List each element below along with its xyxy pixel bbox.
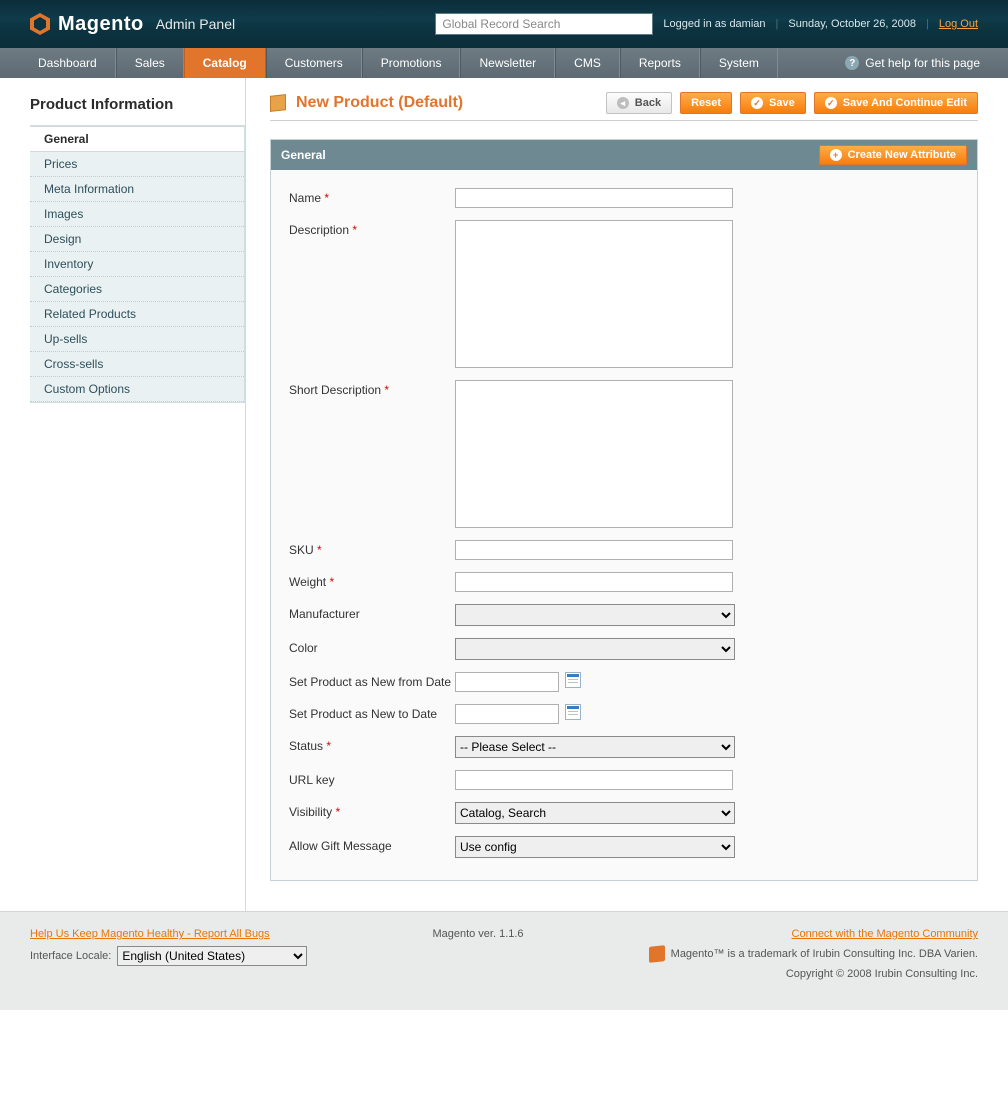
sidebar-item-up-sells[interactable]: Up-sells [30, 327, 244, 352]
sidebar-item-design[interactable]: Design [30, 227, 244, 252]
trademark-text: Magento™ is a trademark of Irubin Consul… [671, 948, 978, 960]
brand-subtitle: Admin Panel [156, 16, 235, 32]
version-text: Magento ver. 1.1.6 [432, 928, 523, 940]
panel-title: General [281, 148, 326, 162]
sidebar-item-custom-options[interactable]: Custom Options [30, 377, 244, 402]
header-date: Sunday, October 26, 2008 [788, 18, 916, 30]
new-from-field[interactable] [455, 672, 559, 692]
visibility-label: Visibility * [289, 802, 455, 819]
nav-item-newsletter[interactable]: Newsletter [460, 48, 555, 78]
page-title: New Product (Default) [296, 94, 463, 112]
manufacturer-select[interactable] [455, 604, 735, 626]
sidebar-item-cross-sells[interactable]: Cross-sells [30, 352, 244, 377]
nav-item-reports[interactable]: Reports [620, 48, 700, 78]
nav-item-system[interactable]: System [700, 48, 778, 78]
visibility-select[interactable]: Catalog, Search [455, 802, 735, 824]
nav-item-promotions[interactable]: Promotions [362, 48, 461, 78]
sidebar-item-inventory[interactable]: Inventory [30, 252, 244, 277]
logout-link[interactable]: Log Out [939, 18, 978, 30]
nav-help[interactable]: ?Get help for this page [845, 48, 1008, 78]
locale-label: Interface Locale: [30, 950, 111, 962]
sidebar-item-general[interactable]: General [30, 126, 244, 152]
back-arrow-icon: ◂ [617, 97, 629, 109]
calendar-icon[interactable] [565, 704, 581, 720]
sidebar: Product Information GeneralPricesMeta In… [0, 78, 246, 911]
description-label: Description * [289, 220, 455, 237]
name-field[interactable] [455, 188, 733, 208]
sku-field[interactable] [455, 540, 733, 560]
weight-label: Weight * [289, 572, 455, 589]
locale-select[interactable]: English (United States) [117, 946, 307, 966]
new-from-label: Set Product as New from Date [289, 672, 455, 689]
color-label: Color [289, 638, 455, 655]
nav-item-dashboard[interactable]: Dashboard [20, 48, 116, 78]
magento-logo-icon [30, 13, 50, 35]
sidebar-item-categories[interactable]: Categories [30, 277, 244, 302]
new-to-field[interactable] [455, 704, 559, 724]
sidebar-item-prices[interactable]: Prices [30, 152, 244, 177]
help-icon: ? [845, 56, 859, 70]
footer: Help Us Keep Magento Healthy - Report Al… [0, 911, 1008, 1010]
status-label: Status * [289, 736, 455, 753]
product-cube-icon [270, 94, 286, 112]
nav-item-customers[interactable]: Customers [266, 48, 362, 78]
color-select[interactable] [455, 638, 735, 660]
gift-label: Allow Gift Message [289, 836, 455, 853]
status-select[interactable]: -- Please Select -- [455, 736, 735, 758]
url-key-field[interactable] [455, 770, 733, 790]
short-description-field[interactable] [455, 380, 733, 528]
calendar-icon[interactable] [565, 672, 581, 688]
nav-item-cms[interactable]: CMS [555, 48, 620, 78]
check-icon: ✓ [751, 97, 763, 109]
general-panel: General + Create New Attribute Name * De… [270, 139, 978, 881]
magento-mini-logo-icon [649, 945, 665, 963]
weight-field[interactable] [455, 572, 733, 592]
short-description-label: Short Description * [289, 380, 455, 397]
save-button[interactable]: ✓ Save [740, 92, 806, 114]
description-field[interactable] [455, 220, 733, 368]
sidebar-title: Product Information [30, 96, 245, 113]
copyright-text: Copyright © 2008 Irubin Consulting Inc. [786, 968, 978, 980]
sku-label: SKU * [289, 540, 455, 557]
logged-in-text: Logged in as damian [663, 18, 765, 30]
header-right: Logged in as damian | Sunday, October 26… [435, 13, 978, 35]
manufacturer-label: Manufacturer [289, 604, 455, 621]
check-icon: ✓ [825, 97, 837, 109]
sidebar-item-related-products[interactable]: Related Products [30, 302, 244, 327]
nav-item-sales[interactable]: Sales [116, 48, 184, 78]
sidebar-list: GeneralPricesMeta InformationImagesDesig… [30, 125, 245, 403]
header-bar: Magento Admin Panel Logged in as damian … [0, 0, 1008, 48]
plus-icon: + [830, 149, 842, 161]
name-label: Name * [289, 188, 455, 205]
save-continue-button[interactable]: ✓ Save And Continue Edit [814, 92, 978, 114]
brand-name: Magento [58, 13, 144, 36]
reset-button[interactable]: Reset [680, 92, 732, 114]
nav-item-catalog[interactable]: Catalog [184, 48, 266, 78]
logo: Magento Admin Panel [30, 13, 235, 36]
community-link[interactable]: Connect with the Magento Community [792, 928, 978, 940]
global-search-input[interactable] [435, 13, 653, 35]
main-nav: DashboardSalesCatalogCustomersPromotions… [0, 48, 1008, 78]
gift-select[interactable]: Use config [455, 836, 735, 858]
report-bugs-link[interactable]: Help Us Keep Magento Healthy - Report Al… [30, 928, 307, 940]
back-button[interactable]: ◂ Back [606, 92, 672, 114]
new-to-label: Set Product as New to Date [289, 704, 455, 721]
main-content: New Product (Default) ◂ Back Reset ✓ Sav… [246, 78, 1008, 911]
sidebar-item-meta-information[interactable]: Meta Information [30, 177, 244, 202]
create-attribute-button[interactable]: + Create New Attribute [819, 145, 967, 165]
url-key-label: URL key [289, 770, 455, 787]
sidebar-item-images[interactable]: Images [30, 202, 244, 227]
